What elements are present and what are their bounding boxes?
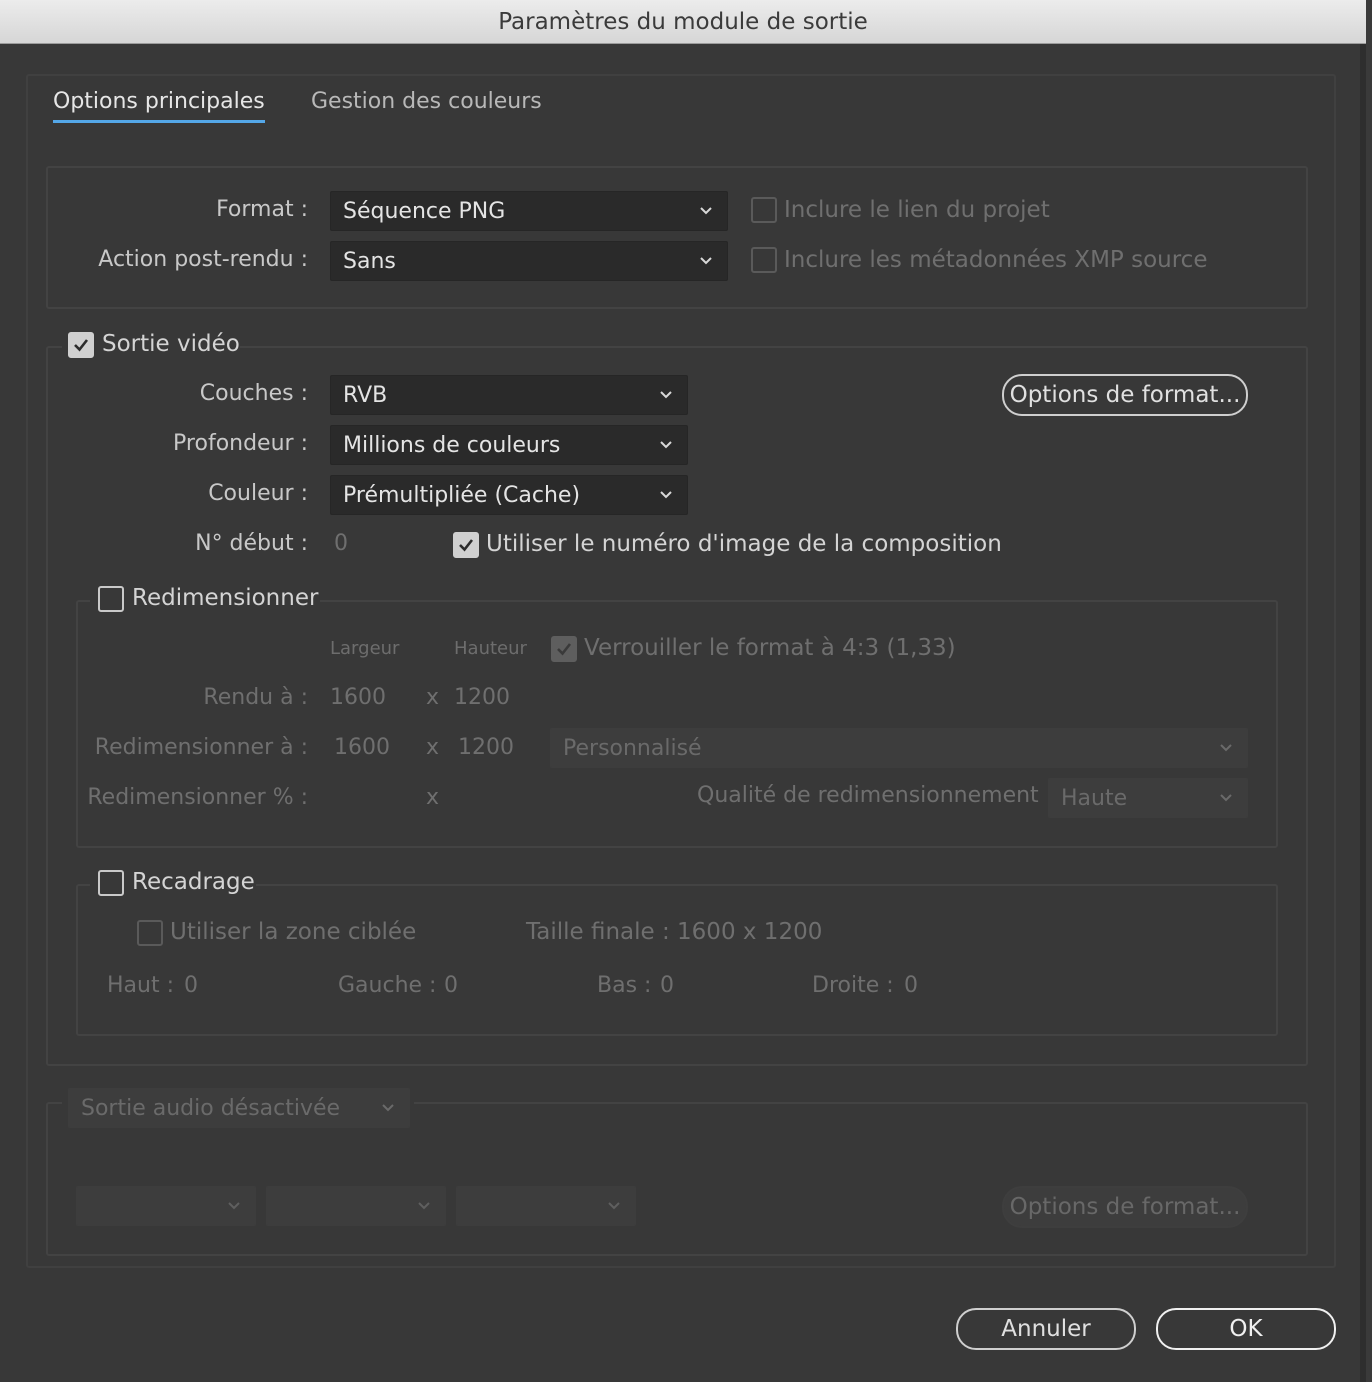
start-number-label: N° début : bbox=[195, 531, 308, 556]
crop-checkbox[interactable] bbox=[98, 870, 124, 896]
audio-mode-value: Sortie audio désactivée bbox=[81, 1095, 341, 1121]
rendered-height: 1200 bbox=[454, 685, 510, 710]
crop-bottom-field[interactable]: 0 bbox=[660, 973, 674, 998]
use-roi-label: Utiliser la zone ciblée bbox=[170, 919, 417, 945]
chevron-down-icon bbox=[608, 1202, 620, 1210]
format-label: Format : bbox=[216, 197, 308, 222]
checkmark-icon bbox=[459, 539, 474, 552]
lock-aspect-checkbox[interactable] bbox=[551, 636, 577, 662]
post-render-value: Sans bbox=[343, 248, 396, 274]
chevron-down-icon bbox=[1220, 744, 1232, 752]
ok-button[interactable]: OK bbox=[1156, 1308, 1336, 1350]
include-project-link-label: Inclure le lien du projet bbox=[784, 197, 1050, 223]
chevron-down-icon bbox=[660, 391, 672, 399]
chevron-down-icon bbox=[418, 1202, 430, 1210]
rendered-x: x bbox=[426, 685, 440, 710]
resize-height-field[interactable]: 1200 bbox=[458, 735, 514, 760]
resize-to-label: Redimensionner à : bbox=[94, 735, 308, 760]
include-project-link-checkbox[interactable] bbox=[751, 197, 777, 223]
channels-value: RVB bbox=[343, 382, 388, 408]
use-roi-checkbox[interactable] bbox=[137, 920, 163, 946]
chevron-down-icon bbox=[700, 257, 712, 265]
tab-color-management[interactable]: Gestion des couleurs bbox=[311, 89, 542, 114]
chevron-down-icon bbox=[660, 491, 672, 499]
audio-format-options-button[interactable]: Options de format... bbox=[1002, 1186, 1248, 1228]
format-select[interactable]: Séquence PNG bbox=[330, 191, 728, 231]
rendered-at-label: Rendu à : bbox=[203, 685, 308, 710]
resize-quality-select[interactable]: Haute bbox=[1048, 778, 1248, 818]
color-label: Couleur : bbox=[208, 481, 308, 506]
chevron-down-icon bbox=[660, 441, 672, 449]
rendered-width: 1600 bbox=[330, 685, 386, 710]
crop-right-label: Droite : bbox=[812, 973, 894, 998]
crop-bottom-label: Bas : bbox=[597, 973, 652, 998]
chevron-down-icon bbox=[382, 1104, 394, 1112]
percent-x: x bbox=[426, 785, 440, 810]
video-format-options-button[interactable]: Options de format... bbox=[1002, 374, 1248, 416]
height-header: Hauteur bbox=[454, 638, 527, 659]
final-size-text: Taille finale : 1600 x 1200 bbox=[526, 919, 823, 945]
include-xmp-checkbox[interactable] bbox=[751, 247, 777, 273]
channels-select[interactable]: RVB bbox=[330, 375, 688, 415]
post-render-label: Action post-rendu : bbox=[98, 247, 308, 272]
crop-left-field[interactable]: 0 bbox=[444, 973, 458, 998]
window-title: Paramètres du module de sortie bbox=[498, 8, 868, 35]
crop-label: Recadrage bbox=[132, 869, 255, 895]
start-number-field[interactable]: 0 bbox=[334, 531, 348, 556]
resize-percent-label: Redimensionner % : bbox=[87, 785, 308, 810]
include-xmp-label: Inclure les métadonnées XMP source bbox=[784, 247, 1208, 273]
cancel-button[interactable]: Annuler bbox=[956, 1308, 1136, 1350]
chevron-down-icon bbox=[1220, 794, 1232, 802]
output-module-dialog: Options principales Gestion des couleurs… bbox=[0, 44, 1366, 1382]
video-output-label: Sortie vidéo bbox=[102, 331, 240, 357]
audio-sample-rate-select[interactable] bbox=[76, 1186, 256, 1226]
resize-preset-value: Personnalisé bbox=[563, 735, 702, 761]
resize-checkbox[interactable] bbox=[98, 586, 124, 612]
depth-label: Profondeur : bbox=[173, 431, 308, 456]
resize-preset-select[interactable]: Personnalisé bbox=[550, 728, 1248, 768]
format-value: Séquence PNG bbox=[343, 198, 506, 224]
crop-top-label: Haut : bbox=[107, 973, 174, 998]
checkmark-icon bbox=[74, 339, 89, 352]
tab-main-options[interactable]: Options principales bbox=[53, 89, 265, 123]
resize-quality-value: Haute bbox=[1061, 785, 1128, 811]
crop-panel bbox=[76, 884, 1278, 1036]
audio-channels-select[interactable] bbox=[456, 1186, 636, 1226]
depth-select[interactable]: Millions de couleurs bbox=[330, 425, 688, 465]
channels-label: Couches : bbox=[199, 381, 308, 406]
crop-top-field[interactable]: 0 bbox=[184, 973, 198, 998]
video-output-checkbox[interactable] bbox=[68, 332, 94, 358]
resize-x: x bbox=[426, 735, 440, 760]
crop-right-field[interactable]: 0 bbox=[904, 973, 918, 998]
chevron-down-icon bbox=[228, 1202, 240, 1210]
format-panel bbox=[46, 166, 1308, 309]
checkmark-icon bbox=[557, 643, 572, 656]
audio-bit-depth-select[interactable] bbox=[266, 1186, 446, 1226]
color-value: Prémultipliée (Cache) bbox=[343, 482, 581, 508]
depth-value: Millions de couleurs bbox=[343, 432, 561, 458]
post-render-select[interactable]: Sans bbox=[330, 241, 728, 281]
lock-aspect-label: Verrouiller le format à 4:3 (1,33) bbox=[584, 635, 956, 661]
width-header: Largeur bbox=[330, 638, 400, 659]
color-select[interactable]: Prémultipliée (Cache) bbox=[330, 475, 688, 515]
audio-mode-select[interactable]: Sortie audio désactivée bbox=[68, 1088, 410, 1128]
use-comp-frame-checkbox[interactable] bbox=[453, 532, 479, 558]
resize-width-field[interactable]: 1600 bbox=[334, 735, 390, 760]
resize-label: Redimensionner bbox=[132, 585, 319, 611]
chevron-down-icon bbox=[700, 207, 712, 215]
resize-quality-label: Qualité de redimensionnement : bbox=[697, 783, 1054, 808]
title-bar: Paramètres du module de sortie bbox=[0, 0, 1366, 44]
crop-left-label: Gauche : bbox=[338, 973, 437, 998]
use-comp-frame-label: Utiliser le numéro d'image de la composi… bbox=[486, 531, 1002, 557]
